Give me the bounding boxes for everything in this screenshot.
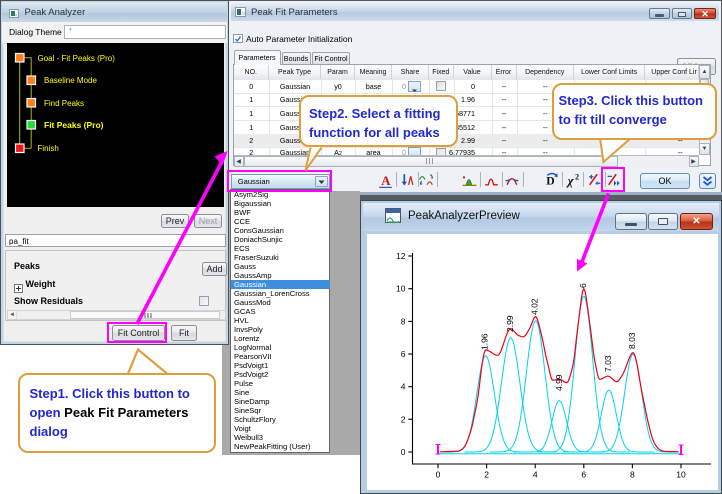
- svg-text:χ: χ: [565, 174, 574, 188]
- svg-text:D: D: [546, 174, 554, 187]
- svg-text:A: A: [381, 174, 391, 188]
- svg-text:2: 2: [575, 173, 579, 182]
